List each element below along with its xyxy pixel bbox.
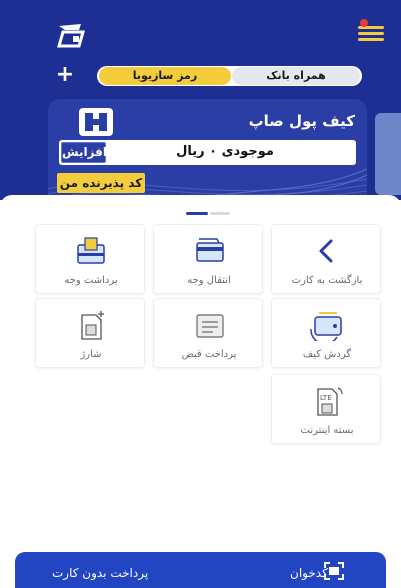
- card-pager: [186, 212, 230, 215]
- merchant-code-button[interactable]: کد پذیرنده من: [57, 173, 145, 193]
- tile-label: گردش کیف: [302, 349, 352, 360]
- tile-label: پرداخت قبض: [181, 349, 237, 360]
- pager-dot-active: [186, 212, 208, 215]
- tile-internet-package[interactable]: LTE بسته اینترنت: [271, 374, 381, 444]
- bill-icon: [196, 314, 224, 338]
- withdraw-icon: [77, 237, 105, 264]
- wallet-title: کیف پول صاپ: [248, 112, 355, 130]
- tab-token-generator[interactable]: رمز سازیوبا: [99, 67, 231, 85]
- pager-dot: [210, 212, 230, 215]
- tile-label: برداشت وجه: [64, 275, 118, 286]
- balance-text: موجودی ۰ ریال: [176, 144, 274, 159]
- next-card-peek[interactable]: [375, 113, 401, 195]
- transfer-icon: [196, 238, 224, 262]
- tile-transfer[interactable]: انتقال وجه: [153, 224, 263, 294]
- tile-wallet-turnover[interactable]: گردش کیف: [271, 298, 381, 368]
- tab-mobile-bank[interactable]: همراه بانک: [232, 67, 360, 85]
- tile-label: بازگشت به کارت: [291, 275, 363, 286]
- tile-back-to-card[interactable]: بازگشت به کارت: [271, 224, 381, 294]
- tile-label: شارژ: [80, 349, 102, 360]
- tile-label: بسته اینترنت: [300, 425, 354, 436]
- tile-withdraw[interactable]: برداشت وجه: [35, 224, 145, 294]
- bank-logo-icon: [79, 108, 113, 136]
- wallet-turnover-icon: [310, 312, 342, 341]
- increase-button[interactable]: افزایش: [61, 142, 107, 163]
- notification-dot: [360, 19, 368, 27]
- tile-charge[interactable]: شارژ: [35, 298, 145, 368]
- sim-charge-icon: [81, 311, 104, 340]
- svg-text:LTE: LTE: [320, 394, 332, 402]
- add-button[interactable]: +: [55, 64, 75, 86]
- app-logo-icon: [57, 24, 85, 48]
- screen: + رمز سازیوبا همراه بانک کیف پول صاپ موج…: [0, 0, 401, 588]
- chevron-left-icon: [319, 239, 333, 263]
- lte-sim-icon: LTE: [317, 387, 343, 416]
- tile-bill-payment[interactable]: پرداخت قبض: [153, 298, 263, 368]
- tile-label: انتقال وجه: [187, 275, 231, 286]
- pay-without-card-button[interactable]: پرداخت بدون کارت: [52, 566, 148, 580]
- qr-scanner-icon[interactable]: [323, 561, 345, 581]
